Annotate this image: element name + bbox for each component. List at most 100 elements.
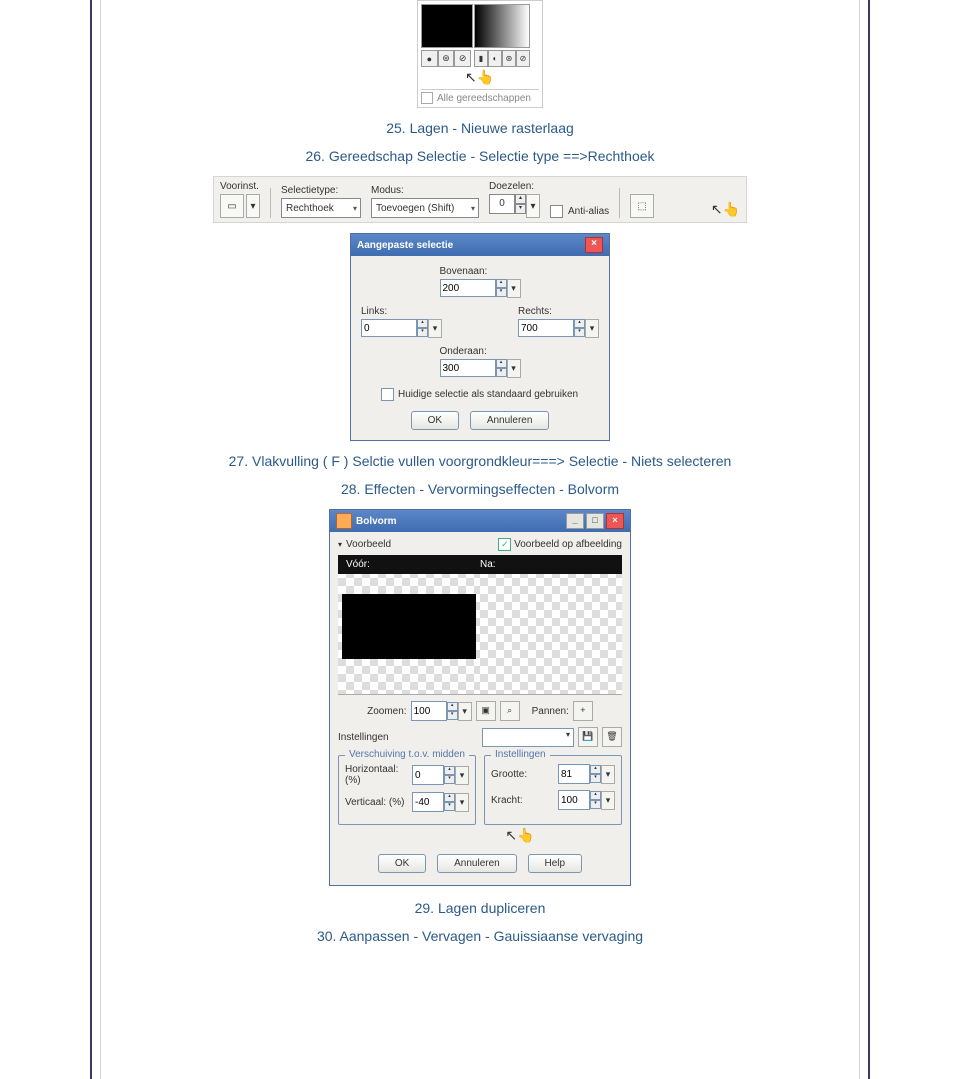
voorinst-label: Voorinst.	[220, 181, 260, 192]
preset-dropdown-icon[interactable]: ▾	[246, 194, 260, 218]
slider-icon[interactable]: ▾	[458, 702, 472, 721]
zoom-actual-icon[interactable]: ⌕	[500, 701, 520, 721]
bovenaan-input[interactable]	[440, 279, 496, 297]
slider-icon[interactable]: ▾	[601, 791, 615, 810]
gradient-pattern-icon[interactable]: ⊛	[502, 50, 516, 67]
spin-up-icon[interactable]: ▴	[574, 319, 585, 328]
gradient-swatch[interactable]	[474, 4, 530, 48]
anti-alias-label: Anti-alias	[568, 206, 609, 217]
options-toolbar: Voorinst. ▭ ▾ Selectietype: Rechthoek Mo…	[213, 176, 747, 223]
gradient-style-a-icon[interactable]: ▮	[474, 50, 488, 67]
spin-up-icon[interactable]: ▴	[496, 279, 507, 288]
links-input[interactable]	[361, 319, 417, 337]
use-as-default-label: Huidige selectie als standaard gebruiken	[398, 389, 578, 400]
spin-down-icon[interactable]: ▾	[447, 711, 458, 720]
spin-down-icon[interactable]: ▾	[496, 288, 507, 297]
instellingen-label: Instellingen	[338, 732, 389, 743]
preset-dropdown[interactable]	[482, 728, 574, 747]
zoom-input[interactable]	[411, 701, 447, 721]
maximize-icon[interactable]: □	[586, 513, 604, 529]
slider-icon[interactable]: ▾	[507, 359, 521, 378]
verticaal-label: Verticaal: (%)	[345, 797, 404, 808]
spin-up-icon[interactable]: ▴	[590, 791, 601, 800]
step-25: 25. Lagen - Nieuwe rasterlaag	[161, 120, 799, 136]
collapse-icon[interactable]: ▾	[338, 540, 342, 549]
spin-up-icon[interactable]: ▴	[590, 765, 601, 774]
cancel-button[interactable]: Annuleren	[437, 854, 517, 873]
step-26: 26. Gereedschap Selectie - Selectie type…	[161, 148, 799, 164]
modus-dropdown[interactable]: Toevoegen (Shift)	[371, 198, 479, 218]
spin-down-icon[interactable]: ▾	[515, 204, 526, 214]
slider-icon[interactable]: ▾	[455, 766, 469, 785]
slider-icon[interactable]: ▾	[428, 319, 442, 338]
spin-up-icon[interactable]: ▴	[515, 194, 526, 204]
spin-up-icon[interactable]: ▴	[444, 766, 455, 775]
modus-label: Modus:	[371, 185, 479, 196]
selection-type-dropdown[interactable]: Rechthoek	[281, 198, 361, 218]
spin-up-icon[interactable]: ▴	[417, 319, 428, 328]
spin-down-icon[interactable]: ▾	[444, 775, 455, 784]
save-preset-icon[interactable]: 💾	[578, 727, 598, 747]
step-29: 29. Lagen dupliceren	[161, 900, 799, 916]
step-27: 27. Vlakvulling ( F ) Selctie vullen voo…	[161, 453, 799, 469]
bolvorm-dialog: Bolvorm _ □ × ▾ Voorbeeld ✓ Voorbeeld o	[329, 509, 631, 886]
minimize-icon[interactable]: _	[566, 513, 584, 529]
circle-icon[interactable]: ●	[421, 50, 438, 67]
fit-window-icon[interactable]: ▣	[476, 701, 496, 721]
preset-icon[interactable]: ▭	[220, 194, 244, 218]
custom-selection-dialog: Aangepaste selectie × Bovenaan: ▴▾ ▾	[350, 233, 610, 441]
preview-after	[480, 574, 622, 694]
gradient-none-icon[interactable]: ⊘	[516, 50, 530, 67]
preview-on-image-checkbox[interactable]: ✓	[498, 538, 511, 551]
bovenaan-label: Bovenaan:	[440, 266, 521, 277]
dialog-title: Bolvorm	[356, 516, 397, 527]
spin-down-icon[interactable]: ▾	[590, 774, 601, 783]
slider-icon[interactable]: ▾	[585, 319, 599, 338]
gradient-style-b-icon[interactable]: ◐	[488, 50, 502, 67]
spin-up-icon[interactable]: ▴	[444, 793, 455, 802]
horizontaal-input[interactable]	[412, 765, 444, 785]
step-28: 28. Effecten - Vervormingseffecten - Bol…	[161, 481, 799, 497]
none-icon[interactable]: ⊘	[454, 50, 471, 67]
custom-select-button[interactable]: ⬚	[630, 194, 654, 218]
grootte-input[interactable]	[558, 764, 590, 784]
slider-icon[interactable]: ▾	[455, 793, 469, 812]
modus-value: Toevoegen (Shift)	[376, 203, 454, 214]
anti-alias-checkbox[interactable]	[550, 205, 563, 218]
cancel-button[interactable]: Annuleren	[470, 411, 550, 430]
pannen-label: Pannen:	[532, 706, 569, 717]
close-icon[interactable]: ×	[585, 237, 603, 253]
spin-down-icon[interactable]: ▾	[590, 800, 601, 809]
ok-button[interactable]: OK	[411, 411, 459, 430]
help-button[interactable]: Help	[528, 854, 583, 873]
preview-on-image-label: Voorbeeld op afbeelding	[514, 539, 622, 550]
use-as-default-checkbox[interactable]	[381, 388, 394, 401]
app-icon	[336, 513, 352, 529]
grootte-label: Grootte:	[491, 769, 527, 780]
feather-slider-icon[interactable]: ▾	[526, 194, 540, 218]
spin-up-icon[interactable]: ▴	[496, 359, 507, 368]
feather-input[interactable]: 0	[489, 194, 515, 214]
spin-down-icon[interactable]: ▾	[444, 802, 455, 811]
rechts-input[interactable]	[518, 319, 574, 337]
slider-icon[interactable]: ▾	[601, 765, 615, 784]
all-tools-checkbox[interactable]	[421, 92, 433, 104]
verticaal-input[interactable]	[412, 792, 444, 812]
links-label: Links:	[361, 306, 442, 317]
close-icon[interactable]: ×	[606, 513, 624, 529]
foreground-color-swatch[interactable]	[421, 4, 473, 48]
spin-up-icon[interactable]: ▴	[447, 702, 458, 711]
voor-label: Vóór:	[346, 559, 480, 570]
onderaan-input[interactable]	[440, 359, 496, 377]
spin-down-icon[interactable]: ▾	[417, 328, 428, 337]
cursor-pointer-icon: ↖👆	[711, 201, 740, 218]
kracht-input[interactable]	[558, 790, 590, 810]
ok-button[interactable]: OK	[378, 854, 426, 873]
slider-icon[interactable]: ▾	[507, 279, 521, 298]
delete-preset-icon[interactable]: 🗑	[602, 727, 622, 747]
pan-button[interactable]: +	[573, 701, 593, 721]
pattern-icon[interactable]: ⊛	[438, 50, 455, 67]
cursor-pointer-icon: ↖👆	[465, 69, 539, 86]
spin-down-icon[interactable]: ▾	[574, 328, 585, 337]
spin-down-icon[interactable]: ▾	[496, 368, 507, 377]
